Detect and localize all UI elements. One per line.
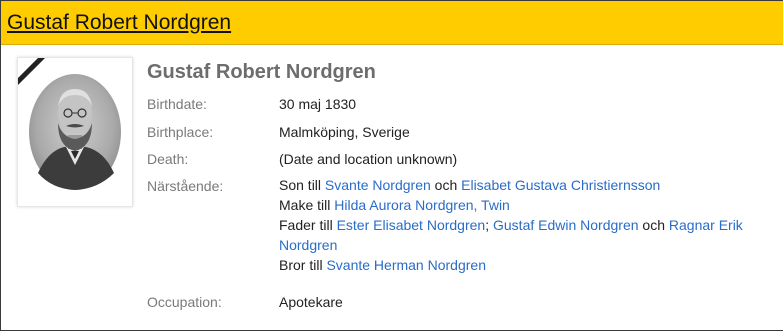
person-name: Gustaf Robert Nordgren <box>147 61 376 83</box>
relation-text: ; <box>485 217 493 233</box>
occupation-value: Apotekare <box>279 294 343 310</box>
death-value: (Date and location unknown) <box>279 151 458 167</box>
profile-title-link[interactable]: Gustaf Robert Nordgren <box>7 11 231 35</box>
child-link-gustaf[interactable]: Gustaf Edwin Nordgren <box>493 217 639 233</box>
relation-text: Fader till <box>279 217 337 233</box>
occupation-label: Occupation: <box>147 294 222 310</box>
portrait-photo <box>29 74 121 190</box>
birthplace-value: Malmköping, Sverige <box>279 124 410 140</box>
relation-text: Make till <box>279 197 335 213</box>
brother-link[interactable]: Svante Herman Nordgren <box>326 257 486 273</box>
birthdate-value: 30 maj 1830 <box>279 96 357 112</box>
relatives-list: Son till Svante Nordgren och Elisabet Gu… <box>279 175 783 275</box>
birthdate-label: Birthdate: <box>147 96 207 112</box>
relation-sibling: Bror till Svante Herman Nordgren <box>279 255 783 275</box>
relation-spouse: Make till Hilda Aurora Nordgren, Twin <box>279 195 783 215</box>
relatives-label: Närstående: <box>147 178 224 194</box>
photo-frame[interactable] <box>17 57 133 207</box>
relation-children: Fader till Ester Elisabet Nordgren; Gust… <box>279 215 783 235</box>
relation-text: Bror till <box>279 257 327 273</box>
child-link-ragnar-cont[interactable]: Nordgren <box>279 237 337 253</box>
relation-children-cont: Nordgren <box>279 235 783 255</box>
mother-link[interactable]: Elisabet Gustava Christiernsson <box>461 177 660 193</box>
profile-card: Gustaf Robert Nordgren Gustaf Robert Nor… <box>0 0 783 331</box>
wife-link[interactable]: Hilda Aurora Nordgren, Twin <box>334 197 510 213</box>
relation-parents: Son till Svante Nordgren och Elisabet Gu… <box>279 175 783 195</box>
father-link[interactable]: Svante Nordgren <box>325 177 431 193</box>
death-label: Death: <box>147 151 189 167</box>
header-bar: Gustaf Robert Nordgren <box>1 1 783 45</box>
relation-text: och <box>430 177 462 193</box>
child-link-ragnar[interactable]: Ragnar Erik <box>669 217 743 233</box>
relation-text: Son till <box>279 177 325 193</box>
relation-text: och <box>638 217 669 233</box>
child-link-ester[interactable]: Ester Elisabet Nordgren <box>337 217 486 233</box>
birthplace-label: Birthplace: <box>147 124 214 140</box>
